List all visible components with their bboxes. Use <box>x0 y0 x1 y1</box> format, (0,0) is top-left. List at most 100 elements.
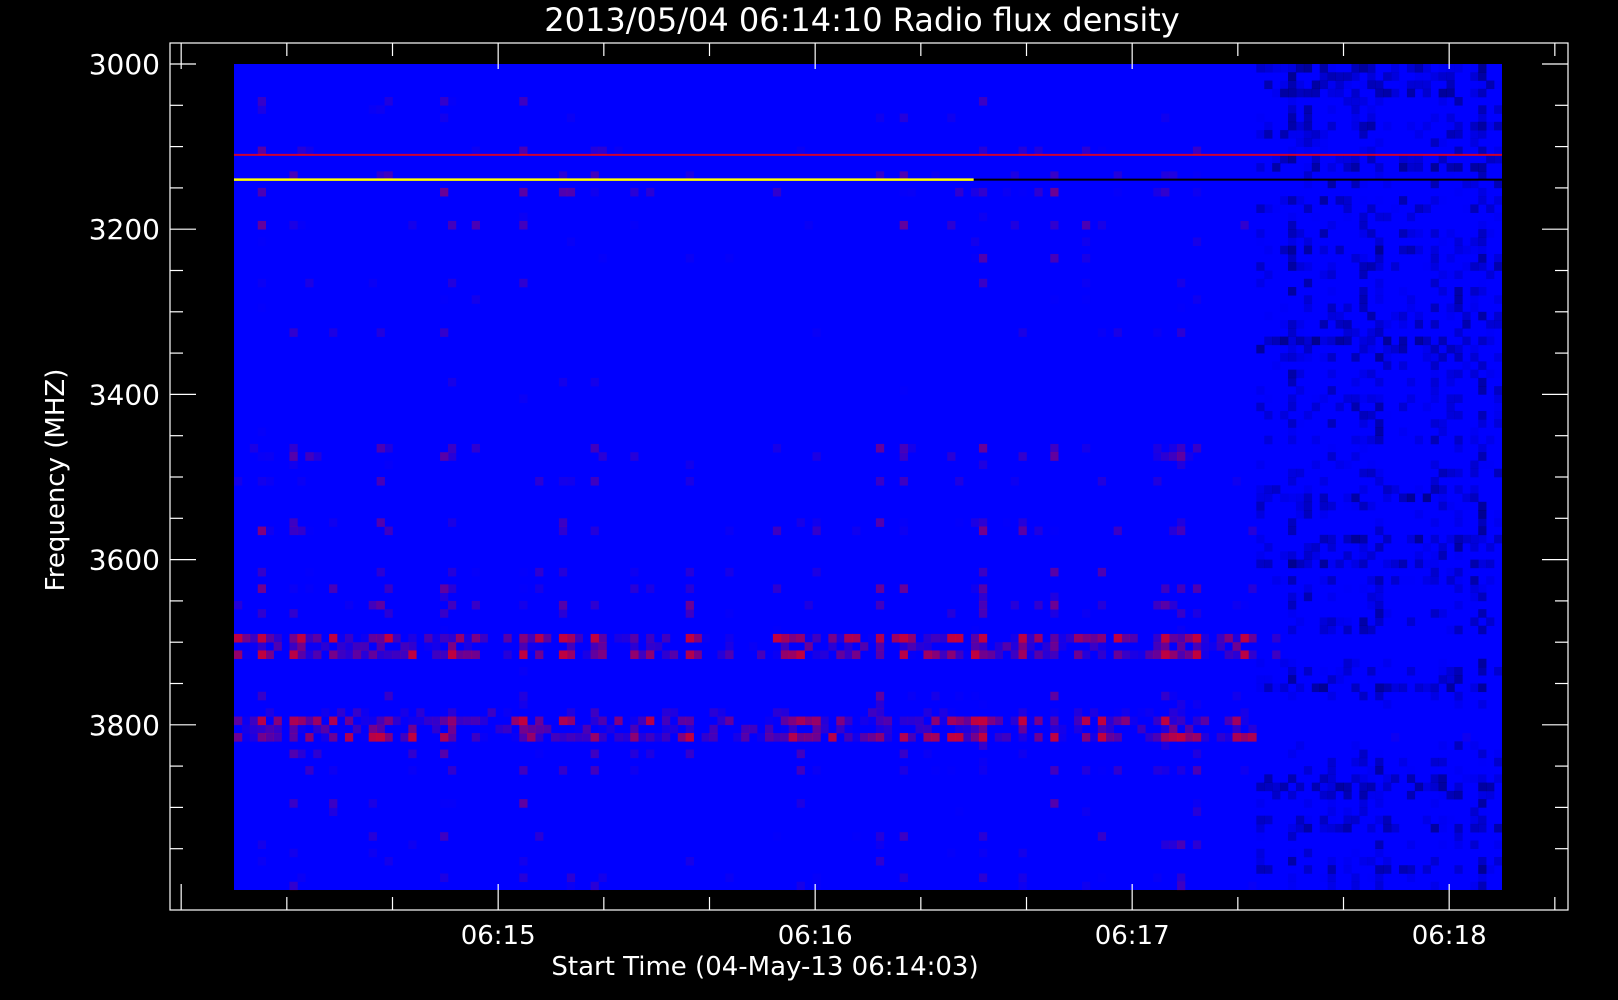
heatmap-cell <box>1414 435 1424 445</box>
heatmap-cell <box>1454 865 1463 874</box>
heatmap-cell <box>1280 410 1289 420</box>
heatmap-cell <box>1470 179 1479 189</box>
heatmap-cell <box>875 700 885 709</box>
heatmap-cell <box>1192 700 1202 709</box>
heatmap-cell <box>337 642 346 651</box>
heatmap-cell <box>384 650 393 660</box>
heatmap-cell <box>1438 551 1447 560</box>
heatmap-cell <box>1256 832 1264 841</box>
heatmap-cell <box>392 716 401 726</box>
heatmap-cell <box>1082 295 1090 304</box>
heatmap-cell <box>875 832 885 841</box>
heatmap-cell <box>337 708 346 717</box>
heatmap-cell <box>1344 560 1352 569</box>
heatmap-cell <box>1438 427 1447 436</box>
heatmap-cell <box>1470 81 1478 90</box>
heatmap-cell <box>1383 493 1392 503</box>
heatmap-cell <box>257 642 266 651</box>
heatmap-cell <box>1359 543 1368 552</box>
heatmap-cell <box>1383 411 1391 420</box>
heatmap-cell <box>646 187 655 197</box>
heatmap-cell <box>1200 733 1210 742</box>
heatmap-cell <box>369 105 377 114</box>
heatmap-cell <box>1311 80 1321 90</box>
heatmap-cell <box>1383 658 1392 668</box>
heatmap-cell <box>1240 716 1249 726</box>
heatmap-cell <box>1343 493 1352 503</box>
heatmap-cell <box>1478 799 1487 808</box>
heatmap-cell <box>1232 716 1241 726</box>
heatmap-cell <box>1335 311 1344 321</box>
heatmap-cell <box>400 708 409 717</box>
heatmap-cell <box>384 609 393 618</box>
heatmap-cell <box>392 650 401 660</box>
heatmap-cell <box>907 733 916 742</box>
heatmap-cell <box>1303 559 1313 569</box>
heatmap-cell <box>1097 733 1107 742</box>
heatmap-cell <box>1406 163 1416 172</box>
heatmap-cell <box>463 642 473 651</box>
heatmap-cell <box>1494 81 1502 90</box>
heatmap-cell <box>1256 848 1265 858</box>
heatmap-cell <box>1295 262 1305 271</box>
heatmap-cell <box>265 724 274 734</box>
heatmap-cell <box>1478 64 1487 73</box>
heatmap-cell <box>1050 766 1059 775</box>
heatmap-cell <box>1383 675 1391 684</box>
heatmap-cell <box>931 691 940 701</box>
heatmap-cell <box>908 650 916 659</box>
heatmap-cell <box>813 328 821 337</box>
heatmap-cell <box>1050 220 1059 230</box>
heatmap-cell <box>1200 650 1210 660</box>
heatmap-cell <box>1240 220 1249 230</box>
heatmap-cell <box>471 220 480 230</box>
heatmap-cell <box>1359 551 1368 560</box>
heatmap-cell <box>1335 336 1344 346</box>
heatmap-cell <box>1414 683 1424 693</box>
heatmap-cell <box>1050 799 1059 808</box>
heatmap-cell <box>384 716 393 726</box>
heatmap-cell <box>1439 791 1447 800</box>
heatmap-cell <box>408 724 417 734</box>
heatmap-cell <box>1438 493 1447 503</box>
heatmap-cell <box>1351 353 1360 362</box>
heatmap-cell <box>1303 865 1313 874</box>
heatmap-cell <box>1224 633 1233 643</box>
heatmap-cell <box>1486 576 1495 585</box>
heatmap-cell <box>1256 823 1265 833</box>
heatmap-cell <box>1398 320 1408 329</box>
heatmap-cell <box>1264 493 1273 503</box>
heatmap-cell <box>1478 419 1487 428</box>
heatmap-cell <box>1264 270 1273 280</box>
heatmap-cell <box>1303 543 1313 552</box>
heatmap-cell <box>1177 452 1186 461</box>
heatmap-cell <box>812 526 821 536</box>
heatmap-cell <box>1327 823 1336 833</box>
heatmap-cell <box>1027 717 1035 726</box>
heatmap-cell <box>1319 625 1328 635</box>
heatmap-cell <box>1486 320 1495 329</box>
heatmap-cell <box>1097 567 1107 577</box>
heatmap-cell <box>1383 212 1392 222</box>
heatmap-cell <box>1359 774 1368 783</box>
heatmap-cell <box>1494 534 1503 544</box>
heatmap-cell <box>1430 460 1439 470</box>
heatmap-cell <box>590 526 599 536</box>
heatmap-cell <box>1010 650 1019 660</box>
heatmap-cell <box>408 220 417 230</box>
heatmap-cell <box>471 733 480 742</box>
heatmap-cell <box>1478 865 1487 874</box>
heatmap-cell <box>558 609 568 618</box>
heatmap-cell <box>257 633 266 643</box>
heatmap-cell <box>717 650 726 660</box>
heatmap-cell <box>1169 600 1178 610</box>
heatmap-cell <box>1478 592 1487 602</box>
heatmap-cell <box>1042 650 1051 660</box>
heatmap-cell <box>1256 344 1265 354</box>
heatmap-cell <box>1494 196 1503 205</box>
heatmap-cell <box>812 733 821 742</box>
heatmap-cell <box>376 443 385 453</box>
heatmap-cell <box>566 187 576 197</box>
heatmap-cell <box>558 377 568 387</box>
heatmap-cell <box>1295 196 1305 205</box>
